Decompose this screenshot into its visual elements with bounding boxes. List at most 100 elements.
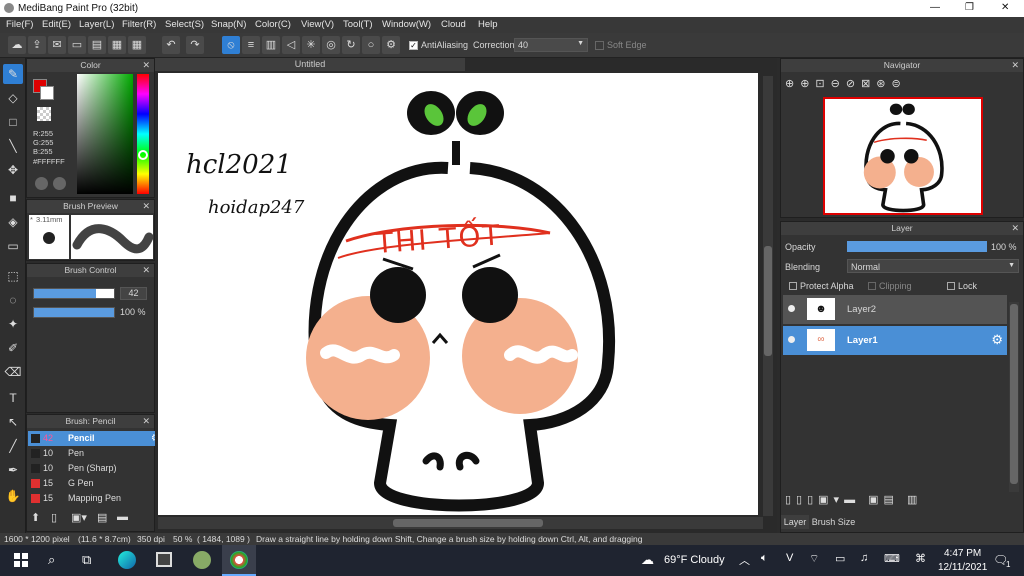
battery-icon[interactable]: ▭ [835, 552, 845, 565]
wifi-icon[interactable]: ⌔ [809, 552, 819, 566]
lock-checkbox[interactable] [947, 282, 955, 290]
undo-icon[interactable]: ↶ [162, 36, 180, 54]
layer-row-layer1[interactable]: ∞ Layer1 ⚙ [783, 326, 1007, 355]
brush-item[interactable]: 10 Pen (Sharp) [28, 461, 162, 476]
vector-icon[interactable]: V [786, 552, 793, 564]
snap-off-icon[interactable]: ⦸ [222, 36, 240, 54]
redo-icon[interactable]: ↷ [186, 36, 204, 54]
palette-icon[interactable] [35, 177, 48, 190]
cloud-icon[interactable]: ☁ [8, 36, 26, 54]
search-icon[interactable]: ⌕ [48, 552, 55, 568]
select-tool-icon[interactable]: ⬚ [3, 266, 23, 286]
select-eraser-tool-icon[interactable]: ⌫ [3, 362, 23, 382]
brush-item[interactable]: 15 G Pen [28, 476, 162, 491]
close-icon[interactable]: ✕ [142, 59, 150, 72]
medibang-taskbar-button[interactable] [222, 545, 256, 576]
layer-opacity-slider[interactable] [847, 241, 987, 252]
menu-cloud[interactable]: Cloud [441, 19, 466, 30]
layer-actions[interactable]: ▯▯▯▣▾▬ ▣▤ ▥ [785, 493, 1015, 509]
vertical-scrollbar[interactable] [763, 76, 773, 516]
menu-file[interactable]: File(F) [6, 19, 33, 30]
close-button[interactable]: ✕ [1001, 2, 1009, 13]
new-brush-icon[interactable]: ▯ [51, 511, 67, 527]
minimize-button[interactable]: — [930, 2, 940, 13]
secondary-color-swatch[interactable] [40, 86, 54, 100]
brush-item[interactable]: 42 Pencil ⚙ [28, 431, 162, 446]
eyedropper-tool-icon[interactable]: ✒ [3, 460, 23, 480]
lasso-tool-icon[interactable]: ◌ [3, 290, 23, 310]
menu-filter[interactable]: Filter(R) [122, 19, 156, 30]
snap-radial-icon[interactable]: ✳ [302, 36, 320, 54]
text-tool-icon[interactable]: T [3, 388, 23, 408]
protect-alpha-checkbox[interactable] [789, 282, 797, 290]
menu-color[interactable]: Color(C) [255, 19, 291, 30]
task-view-icon[interactable]: ⧉ [82, 552, 91, 568]
hue-slider[interactable] [137, 74, 149, 194]
drawing-canvas[interactable]: THI TỐT hcl2021 hoidap247 [158, 73, 758, 515]
brush-size-slider[interactable] [33, 288, 115, 299]
layer-row-layer2[interactable]: ☻ Layer2 [783, 295, 1007, 324]
share-icon[interactable]: ⇪ [28, 36, 46, 54]
brush-item[interactable]: 10 Pen [28, 446, 162, 461]
maximize-button[interactable]: ❐ [965, 2, 974, 13]
correction-dropdown[interactable]: 40 ▼ [514, 38, 588, 52]
volume-icon[interactable]: ♫ [860, 552, 868, 564]
hue-handle[interactable] [138, 150, 148, 160]
snap-circle-icon[interactable]: ◎ [322, 36, 340, 54]
color-history-icon[interactable] [53, 177, 66, 190]
eye-icon[interactable] [788, 336, 795, 343]
snap-ellipse-icon[interactable]: ○ [362, 36, 380, 54]
menu-snap[interactable]: Snap(N) [211, 19, 246, 30]
navigator-tools[interactable]: ⊕⊕⊡⊖⊘⊠⊛⊜ [785, 77, 975, 93]
divide-tool-icon[interactable]: ╱ [3, 436, 23, 456]
eraser-tool-icon[interactable]: ◇ [3, 88, 23, 108]
snap-curve-icon[interactable]: ↻ [342, 36, 360, 54]
color-saturation-field[interactable] [77, 74, 133, 194]
windows-start-icon[interactable] [14, 553, 28, 567]
close-icon[interactable]: ✕ [142, 200, 150, 213]
menu-layer[interactable]: Layer(L) [79, 19, 114, 30]
tab-brush-size[interactable]: Brush Size [811, 515, 856, 529]
horizontal-scrollbar[interactable] [158, 517, 763, 529]
operation-tool-icon[interactable]: ↖ [3, 412, 23, 432]
comment-icon[interactable]: ✉ [48, 36, 66, 54]
grid-icon[interactable]: ▦ [128, 36, 146, 54]
transparent-swatch[interactable] [37, 107, 51, 121]
layer-scrollbar[interactable] [1009, 302, 1019, 492]
chevron-up-icon[interactable]: ︿ [739, 552, 750, 568]
hand-tool-icon[interactable]: ✋ [3, 486, 23, 506]
gradient-tool-icon[interactable]: ▭ [3, 236, 23, 256]
menu-view[interactable]: View(V) [301, 19, 334, 30]
close-icon[interactable]: ✕ [1011, 222, 1019, 235]
brush-menu-icon[interactable]: ▣▾ [71, 511, 91, 527]
store-icon[interactable] [156, 552, 172, 567]
settings-doc-icon[interactable]: ▦ [108, 36, 126, 54]
bucket-tool-icon[interactable]: ◈ [3, 212, 23, 232]
navigator-thumbnail[interactable] [823, 97, 983, 215]
menu-tool[interactable]: Tool(T) [343, 19, 373, 30]
tab-layer[interactable]: Layer [781, 515, 809, 529]
snap-settings-icon[interactable]: ⚙ [382, 36, 400, 54]
horizontal-scroll-thumb[interactable] [393, 519, 543, 527]
soft-edge-checkbox[interactable] [595, 41, 604, 50]
speaker-icon[interactable]: 🔈︎ [761, 552, 768, 565]
menu-select[interactable]: Select(S) [165, 19, 204, 30]
clock-date[interactable]: 12/11/2021 [938, 562, 987, 573]
snap-perspective-icon[interactable]: ◁ [282, 36, 300, 54]
document-tab[interactable]: Untitled [155, 58, 465, 71]
brush-opacity-slider[interactable] [33, 307, 115, 318]
close-icon[interactable]: ✕ [142, 415, 150, 428]
close-icon[interactable]: ✕ [1011, 59, 1019, 72]
close-icon[interactable]: ✕ [142, 264, 150, 277]
app-pinned-icon[interactable] [193, 551, 211, 569]
language-icon[interactable]: ⌘ [915, 552, 926, 565]
pen-tool-icon[interactable]: ╲ [3, 136, 23, 156]
clock-time[interactable]: 4:47 PM [944, 548, 981, 559]
dot-tool-icon[interactable]: □ [3, 112, 23, 132]
menu-window[interactable]: Window(W) [382, 19, 431, 30]
menu-edit[interactable]: Edit(E) [42, 19, 71, 30]
export-icon[interactable]: ▤ [88, 36, 106, 54]
weather-text[interactable]: 69°F Cloudy [664, 554, 725, 566]
gear-icon[interactable]: ⚙ [991, 332, 1003, 348]
move-tool-icon[interactable]: ✥ [3, 160, 23, 180]
